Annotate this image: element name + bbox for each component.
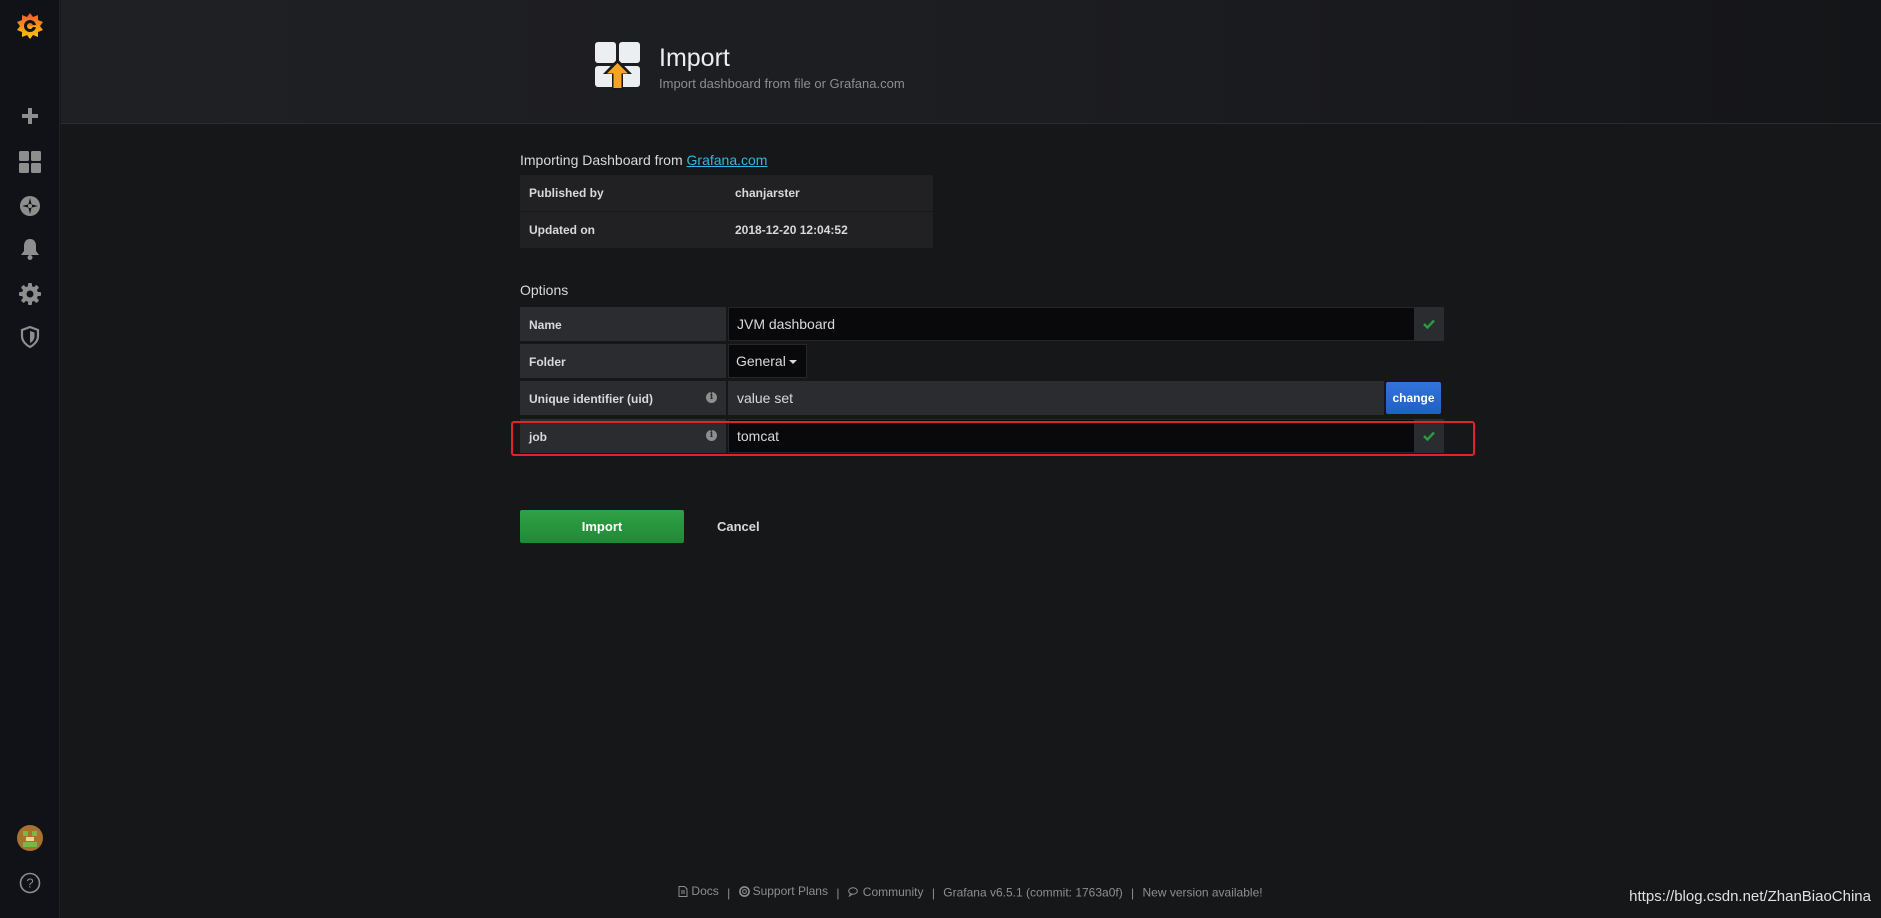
import-dashboard-icon — [595, 42, 641, 99]
dashboard-info-table: Published by chanjarster Updated on 2018… — [520, 175, 933, 249]
published-by-value: chanjarster — [735, 186, 800, 200]
document-icon — [678, 885, 688, 897]
plus-icon[interactable] — [0, 96, 60, 136]
avatar[interactable] — [0, 818, 60, 858]
grafana-logo-icon[interactable] — [0, 6, 60, 46]
folder-label: Folder — [520, 344, 726, 378]
uid-row: Unique identifier (uid) i value set chan… — [520, 381, 1444, 415]
watermark: https://blog.csdn.net/ZhanBiaoChina — [1629, 888, 1871, 905]
check-icon — [1414, 307, 1444, 341]
caret-down-icon — [789, 360, 797, 364]
updated-on-label: Updated on — [529, 223, 595, 237]
import-button[interactable]: Import — [520, 510, 684, 543]
footer-version: Grafana v6.5.1 (commit: 1763a0f) — [943, 885, 1123, 900]
explore-compass-icon[interactable] — [0, 186, 60, 226]
options-heading: Options — [520, 282, 569, 298]
table-row: Published by chanjarster — [520, 175, 933, 211]
table-row: Updated on 2018-12-20 12:04:52 — [520, 212, 933, 248]
highlight-annotation — [511, 421, 1475, 456]
uid-label: Unique identifier (uid) i — [520, 381, 726, 415]
folder-select[interactable]: General — [728, 344, 807, 378]
name-label: Name — [520, 307, 726, 341]
footer-new-version-link[interactable]: New version available! — [1143, 886, 1263, 900]
gear-icon[interactable] — [0, 274, 60, 314]
bell-alert-icon[interactable] — [0, 229, 60, 269]
published-by-label: Published by — [529, 186, 604, 200]
name-input[interactable]: JVM dashboard — [728, 307, 1416, 341]
name-row: Name JVM dashboard — [520, 307, 1444, 341]
footer: Docs | Support Plans | Community | Grafa… — [0, 884, 1881, 900]
sidebar: ? — [0, 0, 60, 918]
lifebuoy-icon — [738, 885, 750, 897]
import-source-text: Importing Dashboard from Grafana.com — [520, 152, 767, 168]
grafana-com-link[interactable]: Grafana.com — [687, 152, 768, 168]
footer-community-link[interactable]: Community — [847, 885, 923, 899]
comments-icon — [847, 886, 858, 897]
footer-docs-link[interactable]: Docs — [678, 884, 719, 898]
page-header: Import Import dashboard from file or Gra… — [61, 0, 1881, 124]
folder-row: Folder General — [520, 344, 820, 378]
page-subtitle: Import dashboard from file or Grafana.co… — [659, 76, 905, 91]
folder-selected-value: General — [736, 353, 786, 369]
import-source-prefix: Importing Dashboard from — [520, 152, 687, 168]
dashboards-icon[interactable] — [0, 142, 60, 182]
info-icon[interactable]: i — [706, 392, 717, 403]
shield-icon[interactable] — [0, 317, 60, 357]
updated-on-value: 2018-12-20 12:04:52 — [735, 223, 848, 237]
change-uid-button[interactable]: change — [1386, 382, 1441, 414]
uid-input: value set — [728, 381, 1384, 415]
page-title: Import — [659, 44, 730, 72]
footer-support-link[interactable]: Support Plans — [738, 884, 828, 898]
cancel-button[interactable]: Cancel — [717, 510, 760, 543]
